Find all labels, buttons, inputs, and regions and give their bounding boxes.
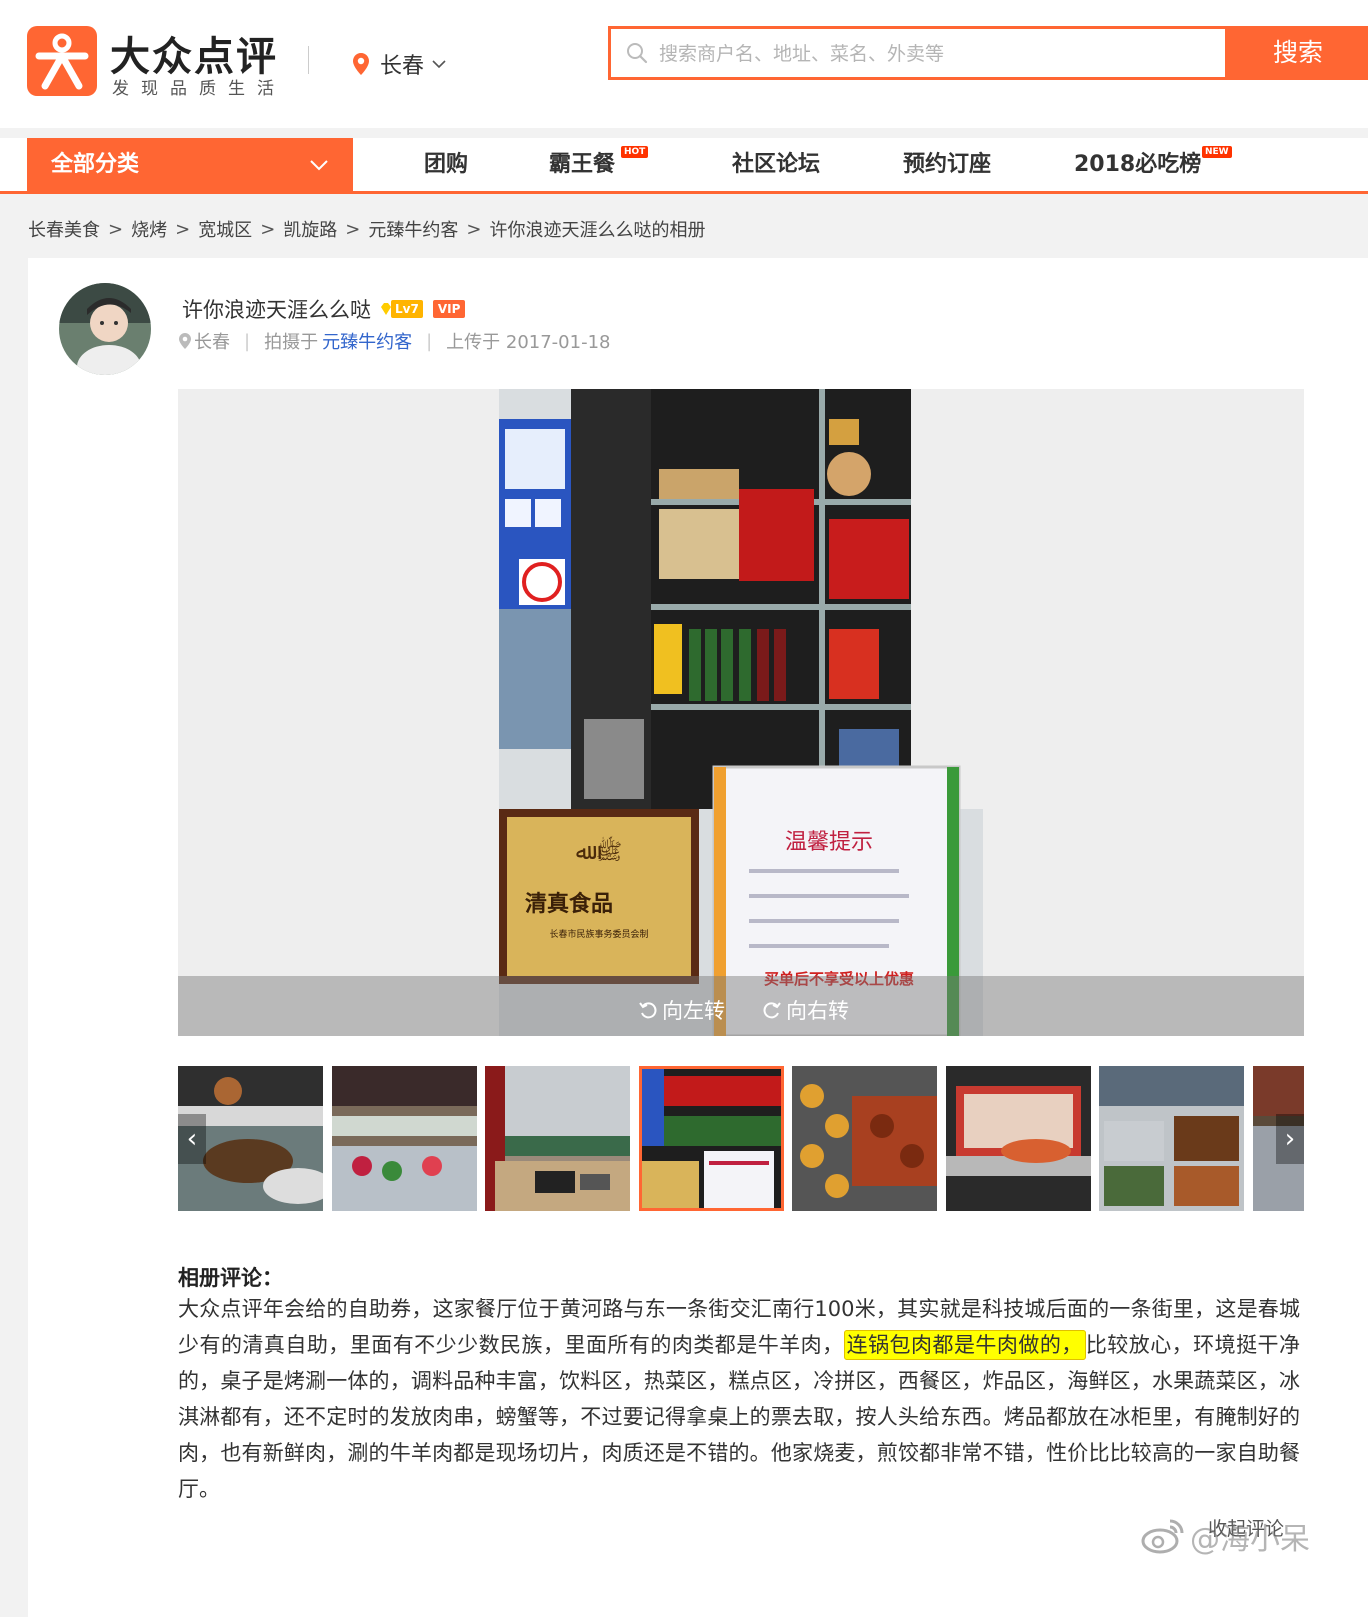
nav-item-free-meal[interactable]: 霸王餐 HOT: [549, 138, 649, 191]
album-card: 许你浪迹天涯么么哒 Lv7 VIP 长春 | 拍摄于 元臻牛约客 | 上传于 2…: [28, 258, 1368, 1617]
thumbnail-prev-button[interactable]: ‹: [178, 1114, 206, 1164]
search-button[interactable]: 搜索: [1228, 26, 1368, 80]
sign-title: 温馨提示: [785, 830, 873, 855]
thumbnail-active[interactable]: [639, 1066, 784, 1211]
rotate-right-label: 向右转: [786, 999, 849, 1023]
city-selector[interactable]: 长春: [352, 48, 446, 80]
dianping-logo-icon[interactable]: [27, 26, 97, 96]
breadcrumb-separator: >: [108, 218, 124, 240]
breadcrumb: 长春美食 > 烧烤 > 宽城区 > 凯旋路 > 元臻牛约客 > 许你浪迹天涯么么哒的相册: [28, 216, 705, 242]
breadcrumb-item[interactable]: 宽城区: [198, 216, 252, 242]
rotate-right-icon: [763, 1002, 781, 1019]
search-input[interactable]: [659, 37, 1219, 71]
nav-item-group-buy[interactable]: 团购: [424, 138, 468, 191]
author-line: 许你浪迹天涯么么哒 Lv7 VIP: [182, 294, 466, 324]
breadcrumb-separator: >: [466, 218, 482, 240]
chevron-down-icon: [432, 60, 446, 69]
nav-item-label: 社区论坛: [732, 152, 821, 177]
rotate-toolbar: [178, 976, 1304, 1036]
thumbnail[interactable]: [946, 1066, 1091, 1211]
header: 大众点评 发现品质生活 长春 搜索: [0, 0, 1368, 128]
breadcrumb-separator: >: [175, 218, 191, 240]
rotate-left-button[interactable]: 向左转: [638, 995, 725, 1025]
location-pin-icon: [179, 333, 191, 349]
city-name: 长春: [380, 54, 425, 79]
weibo-watermark: @海小呆: [1140, 1514, 1310, 1558]
nav-item-label: 2018必吃榜: [1074, 152, 1202, 177]
breadcrumb-item[interactable]: 凯旋路: [283, 216, 337, 242]
comment-body: 大众点评年会给的自助券，这家餐厅位于黄河路与东一条街交汇南行100米，其实就是科…: [178, 1291, 1300, 1507]
breadcrumb-current: 许你浪迹天涯么么哒的相册: [489, 220, 706, 241]
hot-badge: HOT: [621, 146, 649, 158]
breadcrumb-item[interactable]: 元臻牛约客: [368, 216, 458, 242]
vip-badge: VIP: [432, 300, 466, 318]
breadcrumb-item[interactable]: 烧烤: [131, 216, 167, 242]
plaque-script: ﷺ ﷲ: [576, 835, 622, 865]
nav-item-community[interactable]: 社区论坛: [732, 138, 820, 191]
location-pin-icon: [353, 53, 369, 75]
logo-slogan: 发现品质生活: [112, 79, 286, 99]
rotate-left-icon: [639, 1002, 657, 1019]
meta-divider: |: [426, 330, 433, 352]
new-badge: NEW: [1202, 146, 1232, 158]
breadcrumb-item[interactable]: 长春美食: [28, 216, 100, 242]
all-categories-label: 全部分类: [51, 152, 140, 177]
post-meta: 长春 | 拍摄于 元臻牛约客 | 上传于 2017-01-18: [178, 328, 611, 354]
rotate-right-button[interactable]: 向右转: [762, 995, 849, 1025]
main-photo[interactable]: ﷺ ﷲ 清真食品 长春市民族事务委员会制 温馨提示 买单后不享受以上优惠: [499, 389, 983, 1036]
comment-text: 比较放心，环境挺干净的，桌子是烤涮一体的，调料品种丰富，饮料区，热菜区，糕点区，…: [178, 1333, 1301, 1501]
nav-item-label: 霸王餐: [549, 152, 616, 177]
all-categories-button[interactable]: 全部分类: [27, 138, 353, 191]
weibo-icon: [1141, 1519, 1184, 1554]
thumbnail[interactable]: [792, 1066, 937, 1211]
nav-item-label: 预约订座: [903, 152, 992, 177]
breadcrumb-separator: >: [260, 218, 276, 240]
plaque-subtext: 长春市民族事务委员会制: [549, 928, 648, 940]
plaque-text: 清真食品: [525, 891, 613, 917]
chevron-down-icon: [310, 160, 328, 171]
thumbnail-next-button[interactable]: ›: [1276, 1114, 1304, 1164]
level-label: Lv7: [391, 300, 423, 318]
meta-divider: |: [244, 330, 251, 352]
breadcrumb-separator: >: [345, 218, 361, 240]
comment-title: 相册评论：: [178, 1266, 283, 1290]
watermark-text: @海小呆: [1190, 1522, 1310, 1557]
author-name[interactable]: 许你浪迹天涯么么哒: [182, 294, 371, 324]
thumbnail[interactable]: [332, 1066, 477, 1211]
photo-viewer: ﷺ ﷲ 清真食品 长春市民族事务委员会制 温馨提示 买单后不享受以上优惠 向左转: [178, 389, 1304, 1036]
shop-link[interactable]: 元臻牛约客: [322, 328, 412, 354]
upload-date: 上传于 2017-01-18: [446, 332, 611, 353]
search-box: [608, 26, 1228, 80]
level-badge: Lv7: [379, 300, 423, 318]
comment-highlight: 连锅包肉都是牛肉做的，: [843, 1330, 1086, 1360]
nav-item-must-eat[interactable]: 2018必吃榜 NEW: [1074, 138, 1232, 191]
post-location: 长春: [194, 332, 230, 353]
thumbnail-strip: ‹ ›: [178, 1066, 1304, 1211]
nav-item-label: 团购: [424, 152, 469, 177]
avatar[interactable]: [59, 283, 151, 375]
rotate-left-label: 向左转: [662, 999, 725, 1023]
header-divider: [308, 46, 309, 74]
thumbnail[interactable]: [485, 1066, 630, 1211]
shot-at-label: 拍摄于: [264, 332, 319, 353]
search-icon: [627, 43, 648, 64]
main-nav: 全部分类 团购 霸王餐 HOT 社区论坛 预约订座 2018必吃榜 NEW: [0, 138, 1368, 194]
nav-item-reservation[interactable]: 预约订座: [903, 138, 991, 191]
thumbnail[interactable]: [1099, 1066, 1244, 1211]
